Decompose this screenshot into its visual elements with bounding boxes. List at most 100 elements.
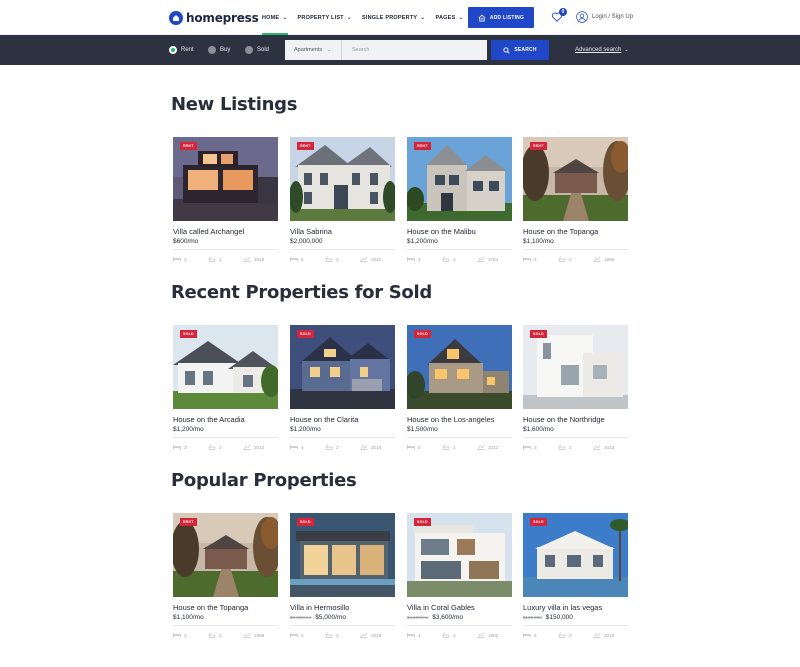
property-name[interactable]: Villa in Hermosillo <box>290 603 395 612</box>
radio-buy-label: Buy <box>220 47 231 53</box>
chevron-down-icon: ⌄ <box>458 15 464 21</box>
current-price: $5,000/mo <box>315 614 346 621</box>
property-price: $7,000/mo $5,000/mo <box>290 614 346 621</box>
current-price: $1,100/mo <box>523 238 554 245</box>
user-icon <box>576 11 588 23</box>
chevron-down-icon: ⌄ <box>346 15 352 21</box>
status-badge: SOLD <box>180 330 197 338</box>
property-meta: 6 3 2012 <box>290 256 395 262</box>
baths-count: 2 <box>208 632 243 638</box>
property-price: $1,100/mo <box>523 238 554 245</box>
bed-icon <box>523 445 531 450</box>
year-built: 2764 <box>477 256 512 262</box>
property-name[interactable]: Villa called Archangel <box>173 227 278 236</box>
beds-count: 5 <box>290 632 325 638</box>
section-title: New Listings <box>171 94 298 115</box>
property-name[interactable]: House on the Arcadia <box>173 415 278 424</box>
advanced-search-link[interactable]: Advanced search ⌄ <box>575 47 629 53</box>
status-badge: SOLD <box>297 330 314 338</box>
year-built: 2013 <box>593 444 628 450</box>
radio-buy[interactable]: Buy <box>208 46 230 54</box>
year-built: 1982 <box>477 632 512 638</box>
built-year-icon <box>360 256 368 262</box>
property-meta: 3 1 2012 <box>407 444 512 450</box>
built-year-icon <box>360 632 368 638</box>
add-listing-button[interactable]: ADD LISTING <box>468 7 534 28</box>
beds-count: 4 <box>290 444 325 450</box>
property-price: $1,200/mo <box>290 426 321 433</box>
card-divider <box>523 437 628 438</box>
property-price: $4,500/mo $3,600/mo <box>407 614 463 621</box>
property-type-select[interactable]: Apartments ⌄ <box>285 40 342 60</box>
property-name[interactable]: House on the Clarita <box>290 415 395 424</box>
chevron-down-icon: ⌄ <box>624 47 629 53</box>
property-grid: RENT House on the Topanga $1,100/mo 3 2 … <box>173 513 628 653</box>
nav-single-property-label: SINGLE PROPERTY <box>361 14 418 21</box>
logo[interactable]: homepress <box>169 9 259 27</box>
property-grid: RENT Villa called Archangel $600/mo 3 1 … <box>173 137 628 277</box>
property-name[interactable]: Villa Sabrina <box>290 227 395 236</box>
baths-count: 2 <box>442 632 477 638</box>
status-badge: SOLD <box>530 518 547 526</box>
property-price: $180,000 $150,000 <box>523 614 573 621</box>
nav-pages-label: PAGES <box>435 14 456 21</box>
beds-count: 3 <box>173 256 208 262</box>
bath-icon <box>208 444 216 450</box>
radio-sold[interactable]: Sold <box>245 46 269 54</box>
bed-icon <box>523 633 531 638</box>
property-name[interactable]: Luxury villa in las vegas <box>523 603 628 612</box>
beds-count: 3 <box>523 444 558 450</box>
year-built: 2012 <box>360 256 395 262</box>
property-price: $1,100/mo <box>173 614 204 621</box>
baths-count: 1 <box>442 444 477 450</box>
property-name[interactable]: House on the Los-angeles <box>407 415 512 424</box>
property-name[interactable]: House on the Malibu <box>407 227 512 236</box>
search-input[interactable] <box>342 40 487 60</box>
year-built: 2012 <box>243 444 278 450</box>
card-divider <box>407 249 512 250</box>
property-name[interactable]: House on the Topanga <box>173 603 278 612</box>
chevron-down-icon: ⌄ <box>420 15 426 21</box>
property-meta: 4 2 1982 <box>407 632 512 638</box>
add-listing-label: ADD LISTING <box>489 14 525 21</box>
radio-unselected-icon <box>245 46 253 54</box>
built-year-icon <box>593 632 601 638</box>
built-year-icon <box>243 632 251 638</box>
baths-count: 2 <box>558 444 593 450</box>
property-name[interactable]: House on the Northridge <box>523 415 628 424</box>
nav-single-property[interactable]: SINGLE PROPERTY ⌄ <box>362 0 436 35</box>
status-badge: SOLD <box>414 518 431 526</box>
status-badge: RENT <box>530 142 547 150</box>
property-name[interactable]: Villa in Coral Gables <box>407 603 512 612</box>
radio-unselected-icon <box>208 46 216 54</box>
baths-count: 3 <box>325 632 360 638</box>
bed-icon <box>173 257 181 262</box>
bath-icon <box>558 632 566 638</box>
nav-home[interactable]: HOME ⌄ <box>262 0 298 35</box>
property-name[interactable]: House on the Topanga <box>523 227 628 236</box>
status-badge: RENT <box>180 518 197 526</box>
beds-count: 3 <box>523 256 558 262</box>
current-price: $1,200/mo <box>407 238 438 245</box>
bath-icon <box>558 444 566 450</box>
bath-icon <box>325 632 333 638</box>
bath-icon <box>325 444 333 450</box>
search-button[interactable]: SEARCH <box>491 40 549 60</box>
baths-count: 3 <box>558 632 593 638</box>
main-nav: HOME ⌄ PROPERTY LIST ⌄ SINGLE PROPERTY ⌄ PA… <box>262 0 474 35</box>
baths-count: 2 <box>442 256 477 262</box>
baths-count: 2 <box>208 444 243 450</box>
baths-count: 2 <box>558 256 593 262</box>
card-divider <box>407 625 512 626</box>
logo-house-icon <box>169 11 183 25</box>
radio-rent[interactable]: Rent <box>169 46 194 54</box>
property-meta: 3 2 1998 <box>173 632 278 638</box>
beds-count: 6 <box>290 256 325 262</box>
baths-count: 3 <box>325 256 360 262</box>
current-price: $1,600/mo <box>523 426 554 433</box>
login-link[interactable]: Login / Sign Up <box>576 11 633 23</box>
card-divider <box>290 625 395 626</box>
beds-count: 3 <box>407 444 442 450</box>
chevron-down-icon: ⌄ <box>327 47 332 53</box>
nav-property-list[interactable]: PROPERTY LIST ⌄ <box>298 0 362 35</box>
